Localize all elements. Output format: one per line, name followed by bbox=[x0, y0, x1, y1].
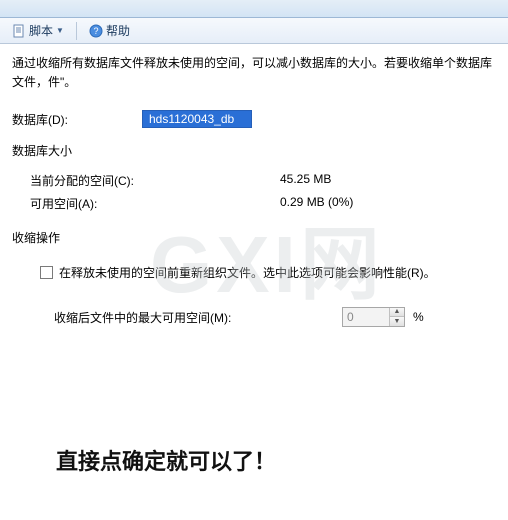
free-space-label: 可用空间(A): bbox=[30, 195, 280, 212]
reorganize-row: 在释放未使用的空间前重新组织文件。选中此选项可能会影响性能(R)。 bbox=[12, 264, 496, 281]
script-label: 脚本 bbox=[29, 22, 53, 39]
svg-text:?: ? bbox=[93, 26, 98, 36]
titlebar-stub bbox=[0, 0, 508, 18]
max-free-row: 收缩后文件中的最大可用空间(M): ▲ ▼ % bbox=[12, 307, 496, 327]
size-section-title: 数据库大小 bbox=[12, 142, 496, 159]
max-free-label: 收缩后文件中的最大可用空间(M): bbox=[54, 309, 334, 326]
database-value-box[interactable]: hds1120043_db bbox=[142, 110, 252, 128]
max-free-unit: % bbox=[413, 310, 424, 324]
database-row: 数据库(D): hds1120043_db bbox=[12, 110, 496, 128]
reorganize-checkbox[interactable] bbox=[40, 266, 53, 279]
max-free-input[interactable] bbox=[343, 308, 389, 326]
free-space-row: 可用空间(A): 0.29 MB (0%) bbox=[12, 192, 496, 215]
spin-buttons: ▲ ▼ bbox=[389, 308, 404, 326]
script-button[interactable]: 脚本 ▼ bbox=[6, 20, 70, 41]
intro-text: 通过收缩所有数据库文件释放未使用的空间，可以减小数据库的大小。若要收缩单个数据库… bbox=[12, 54, 496, 92]
annotation-text: 直接点确定就可以了！ bbox=[56, 444, 276, 476]
database-value: hds1120043_db bbox=[149, 112, 234, 126]
allocated-space-label: 当前分配的空间(C): bbox=[30, 172, 280, 189]
max-free-spinbox: ▲ ▼ bbox=[342, 307, 405, 327]
help-label: 帮助 bbox=[106, 22, 130, 39]
toolbar-separator bbox=[76, 22, 77, 40]
help-button[interactable]: ? 帮助 bbox=[83, 20, 136, 41]
allocated-space-value: 45.25 MB bbox=[280, 172, 496, 189]
dropdown-arrow-icon: ▼ bbox=[56, 26, 64, 35]
shrink-section-title: 收缩操作 bbox=[12, 229, 496, 246]
free-space-value: 0.29 MB (0%) bbox=[280, 195, 496, 212]
content-area: 通过收缩所有数据库文件释放未使用的空间，可以减小数据库的大小。若要收缩单个数据库… bbox=[0, 44, 508, 327]
allocated-space-row: 当前分配的空间(C): 45.25 MB bbox=[12, 169, 496, 192]
spin-up-button[interactable]: ▲ bbox=[390, 308, 404, 317]
help-icon: ? bbox=[89, 24, 103, 38]
script-icon bbox=[12, 24, 26, 38]
toolbar: 脚本 ▼ ? 帮助 bbox=[0, 18, 508, 44]
database-label: 数据库(D): bbox=[12, 111, 142, 128]
reorganize-label: 在释放未使用的空间前重新组织文件。选中此选项可能会影响性能(R)。 bbox=[59, 264, 436, 281]
spin-down-button[interactable]: ▼ bbox=[390, 317, 404, 326]
